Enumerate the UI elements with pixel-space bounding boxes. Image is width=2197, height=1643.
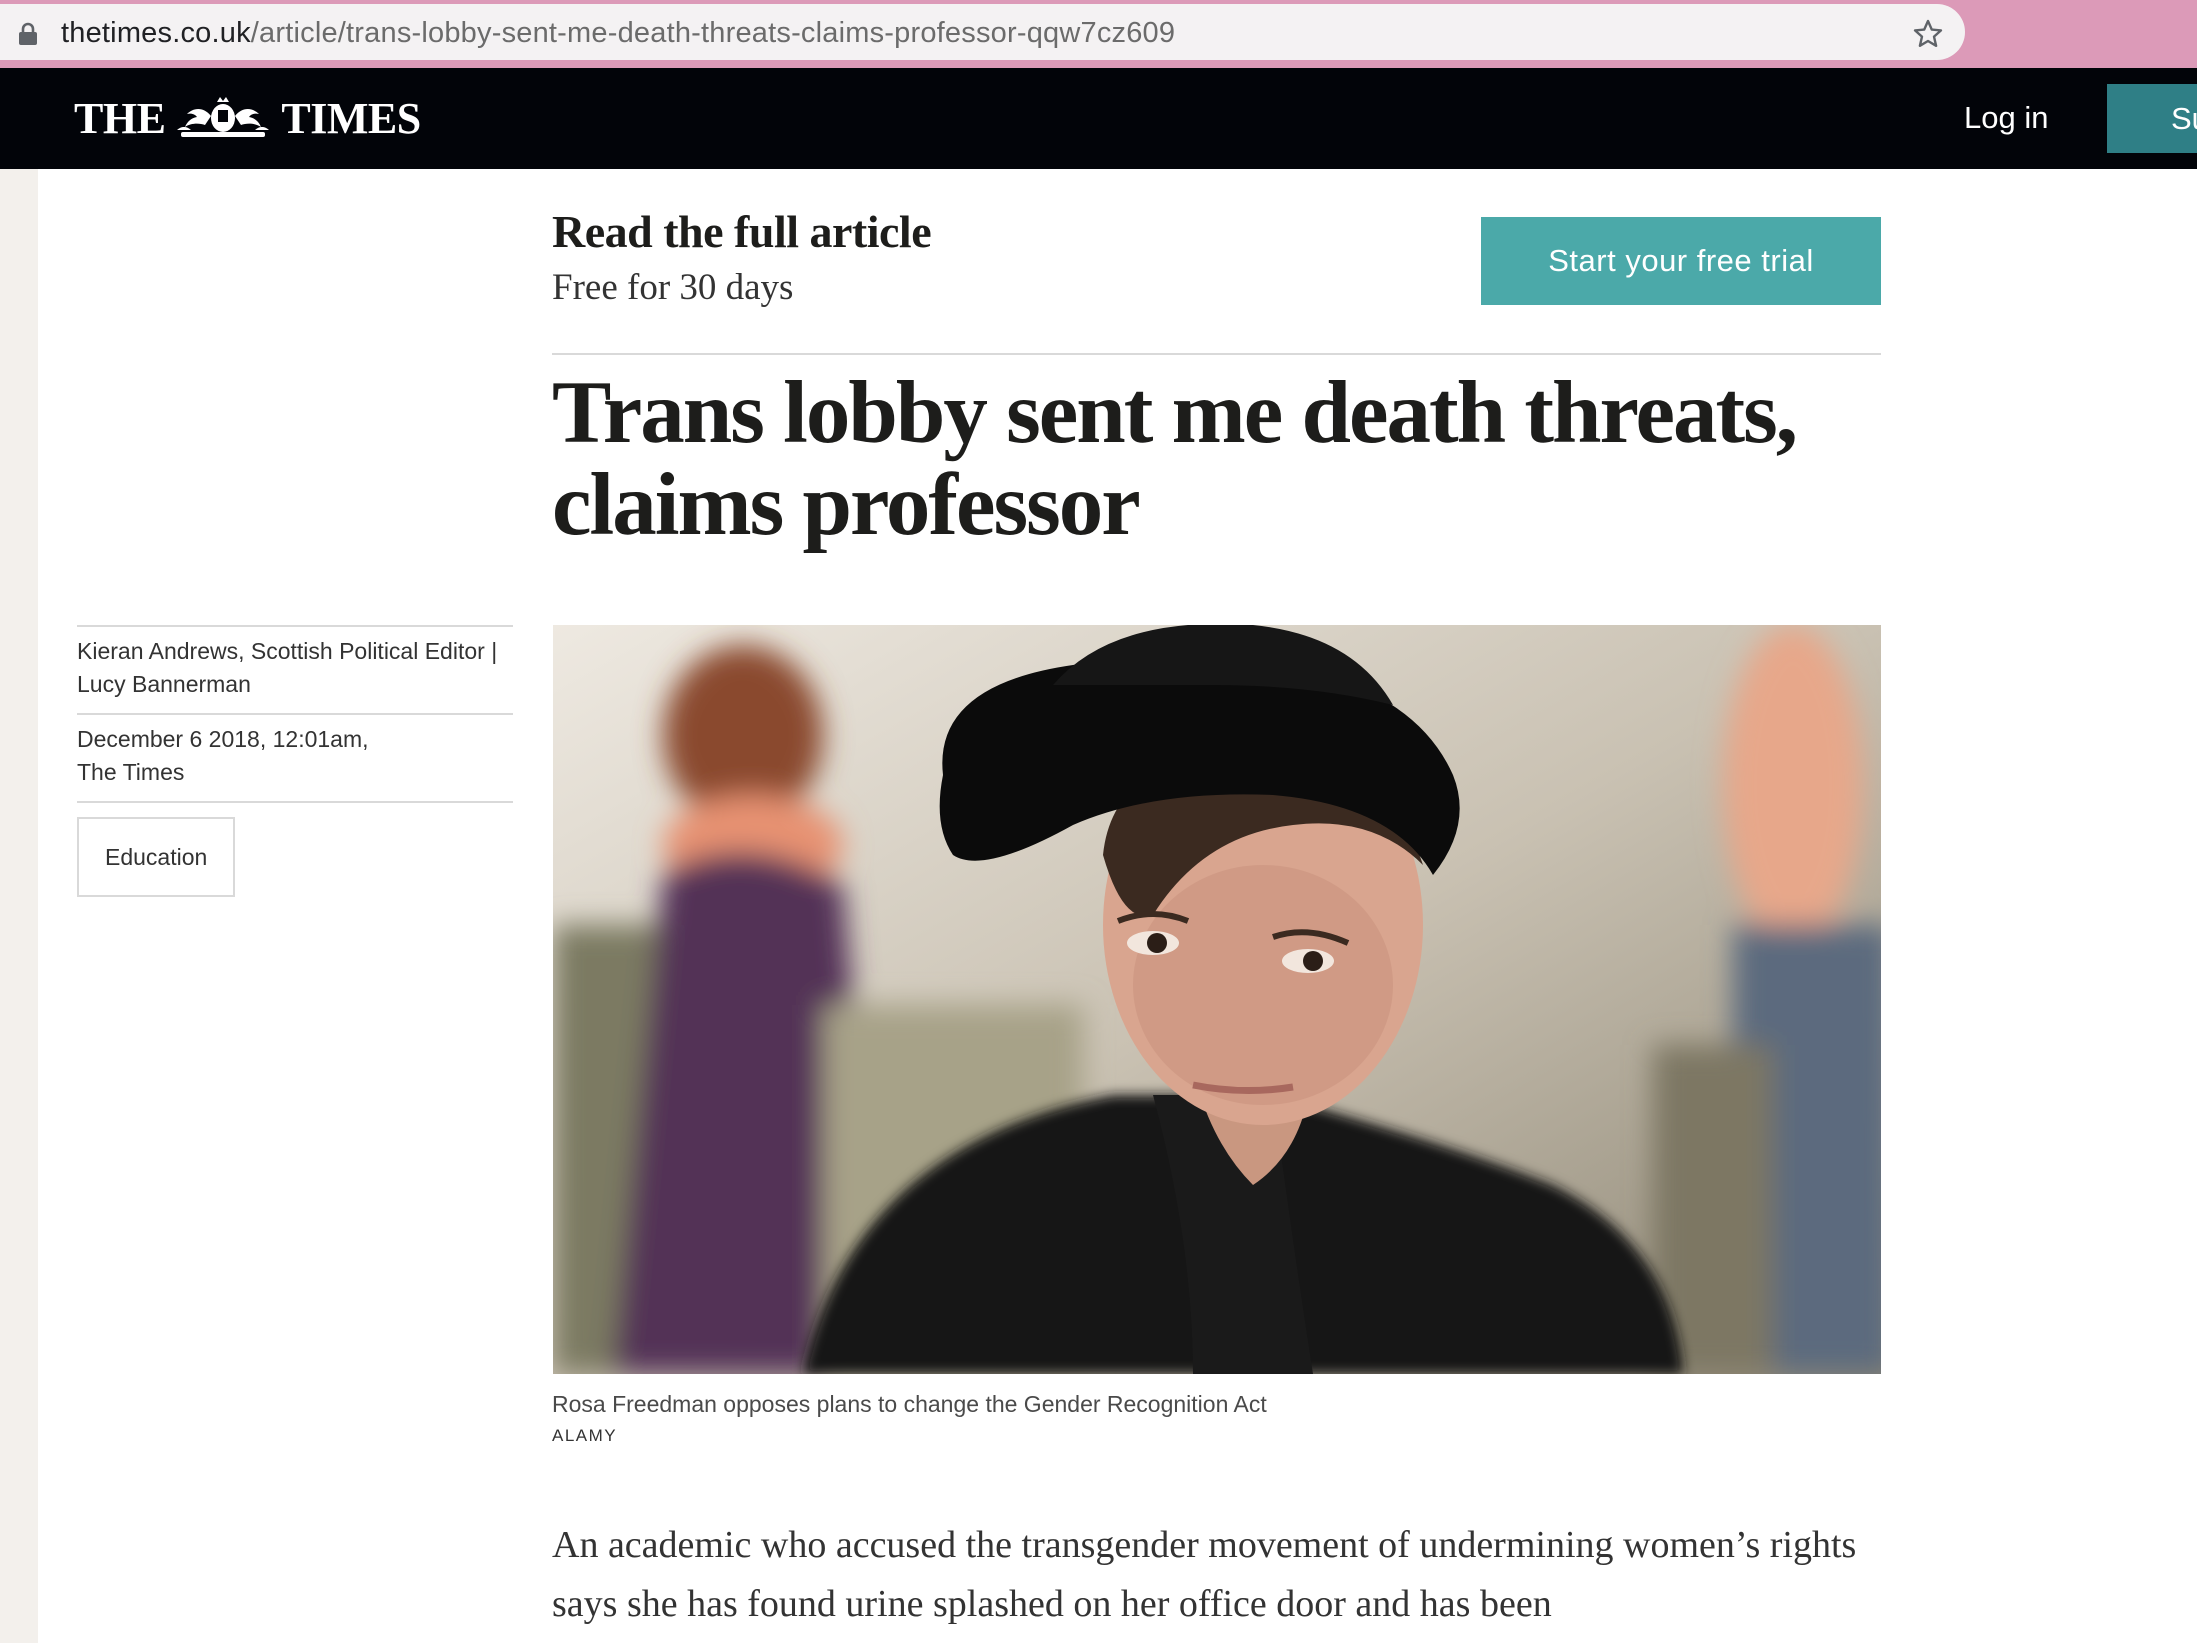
publication-name: The Times bbox=[77, 759, 185, 785]
times-logo[interactable]: THE TIMES bbox=[74, 93, 421, 143]
subscribe-button[interactable]: Su bbox=[2107, 84, 2197, 153]
url-domain: thetimes.co.uk bbox=[61, 17, 251, 49]
url-path: /article/trans-lobby-sent-me-death-threa… bbox=[250, 17, 1176, 49]
promo-title: Read the full article bbox=[552, 206, 932, 257]
start-free-trial-button[interactable]: Start your free trial bbox=[1481, 217, 1881, 305]
article-headline: Trans lobby sent me death threats, claim… bbox=[552, 364, 1798, 554]
tag-section: Education bbox=[77, 801, 513, 897]
divider bbox=[552, 353, 1881, 355]
publish-info: December 6 2018, 12:01am, The Times bbox=[77, 713, 513, 801]
login-link[interactable]: Log in bbox=[1964, 98, 2048, 138]
tag-education[interactable]: Education bbox=[77, 817, 236, 897]
photo-illustration bbox=[553, 625, 1881, 1374]
address-bar[interactable]: thetimes.co.uk/article/trans-lobby-sent-… bbox=[0, 4, 1965, 60]
lock-icon[interactable] bbox=[18, 22, 38, 46]
masthead-times: TIMES bbox=[281, 93, 421, 143]
photo-credit: ALAMY bbox=[552, 1426, 618, 1445]
masthead-the: THE bbox=[74, 93, 166, 143]
article-photo bbox=[553, 625, 1881, 1374]
site-header: THE TIMES Log in Su bbox=[0, 68, 2197, 169]
publish-date: December 6 2018, 12:01am, bbox=[77, 726, 369, 752]
article-body: An academic who accused the transgender … bbox=[552, 1524, 1857, 1625]
article-page: Read the full article Free for 30 days S… bbox=[38, 169, 2197, 1643]
photo-caption: Rosa Freedman opposes plans to change th… bbox=[552, 1391, 1267, 1417]
article-meta: Kieran Andrews, Scottish Political Edito… bbox=[77, 625, 513, 897]
royal-crest-icon bbox=[177, 97, 270, 137]
star-icon[interactable] bbox=[1912, 18, 1944, 50]
url-text[interactable]: thetimes.co.uk/article/trans-lobby-sent-… bbox=[61, 16, 1175, 50]
byline: Kieran Andrews, Scottish Political Edito… bbox=[77, 625, 513, 713]
browser-toolbar: thetimes.co.uk/article/trans-lobby-sent-… bbox=[0, 0, 2197, 68]
promo-subtitle: Free for 30 days bbox=[552, 267, 794, 308]
